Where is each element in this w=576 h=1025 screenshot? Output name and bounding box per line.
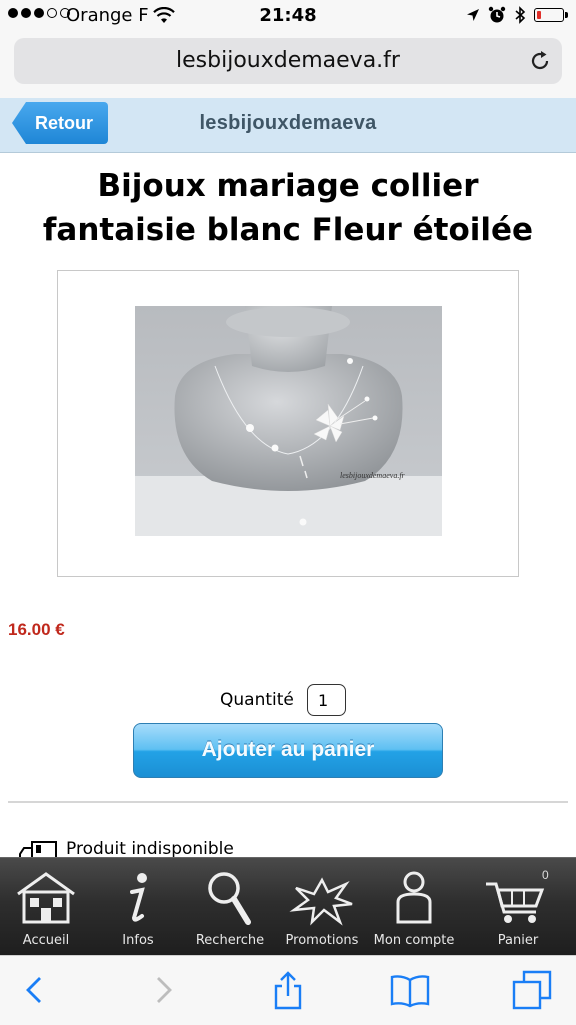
status-bar: Orange F 21:48	[0, 0, 576, 34]
tab-infos[interactable]: Infos	[92, 858, 184, 956]
tab-promotions[interactable]: Promotions	[276, 858, 368, 956]
tab-recherche[interactable]: Recherche	[184, 858, 276, 956]
image-watermark: lesbijouxdemaeva.fr	[340, 471, 406, 480]
product-title-line-1: Bijoux mariage collier	[97, 168, 479, 204]
browser-toolbar	[0, 955, 576, 1025]
tab-mon-compte[interactable]: Mon compte	[368, 858, 460, 956]
forward-icon[interactable]	[142, 970, 182, 1010]
share-icon[interactable]	[268, 970, 308, 1010]
quantity-input[interactable]	[307, 684, 346, 716]
bookmarks-icon[interactable]	[390, 970, 430, 1010]
back-icon[interactable]	[16, 970, 56, 1010]
home-icon	[17, 872, 75, 924]
user-icon	[396, 871, 432, 924]
tab-panier[interactable]: 0 Panier	[472, 858, 564, 956]
cart-count-badge: 0	[542, 868, 549, 882]
divider	[8, 801, 568, 803]
product-image[interactable]: lesbijouxdemaeva.fr	[135, 306, 442, 536]
quantity-label: Quantité	[220, 690, 294, 710]
delivery-truck-icon	[19, 841, 57, 858]
cart-icon	[486, 882, 545, 923]
info-icon	[130, 873, 147, 922]
bluetooth-icon	[515, 6, 526, 24]
add-to-cart-button[interactable]: Ajouter au panier	[133, 723, 443, 778]
stock-status-row: Produit indisponible	[18, 838, 318, 858]
product-title: Bijoux mariage collier fantaisie blanc F…	[0, 164, 576, 252]
product-title-line-2: fantaisie blanc Fleur étoilée	[42, 212, 534, 248]
tabs-icon[interactable]	[512, 970, 552, 1010]
url-field[interactable]: lesbijouxdemaeva.fr	[14, 38, 562, 84]
product-image-frame: lesbijouxdemaeva.fr	[57, 270, 519, 577]
starburst-icon	[289, 877, 353, 926]
tab-accueil[interactable]: Accueil	[0, 858, 92, 956]
site-header: Retour lesbijouxdemaeva	[0, 98, 576, 153]
magnifier-icon	[208, 872, 251, 925]
tab-label: Mon compte	[373, 933, 455, 948]
stock-status: Produit indisponible	[66, 839, 234, 858]
location-arrow-icon	[467, 9, 479, 21]
site-title: lesbijouxdemaeva	[199, 112, 377, 134]
battery-icon	[534, 8, 568, 22]
product-price: 16.00 €	[8, 620, 65, 639]
alarm-icon	[488, 6, 506, 23]
app-tab-bar: Accueil Infos Recherche Promotions Mon c…	[0, 857, 576, 956]
tab-label: Panier	[497, 933, 539, 948]
reload-icon[interactable]	[528, 49, 552, 73]
address-bar: lesbijouxdemaeva.fr	[0, 34, 576, 98]
